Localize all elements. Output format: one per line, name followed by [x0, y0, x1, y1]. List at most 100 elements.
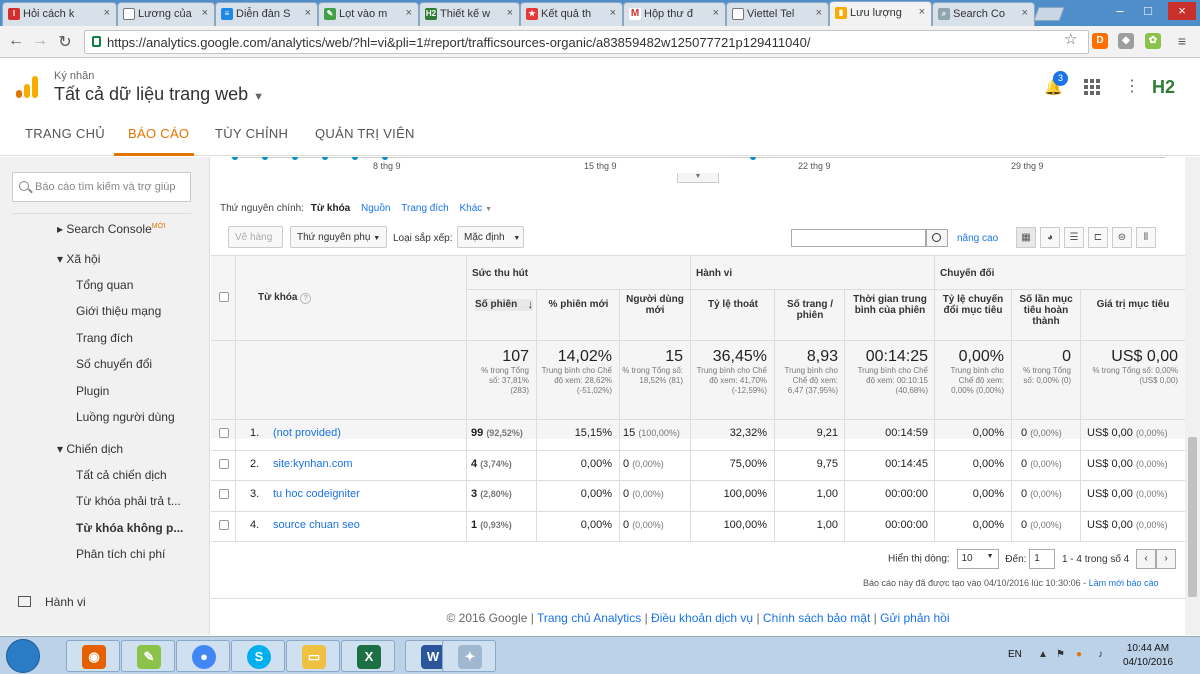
taskbar-skype[interactable]: S — [231, 640, 285, 672]
pivot-view-icon[interactable]: ⦀ — [1136, 227, 1156, 248]
col-header-avg-duration[interactable]: Thời gian trung bình của phiên — [848, 294, 932, 316]
nav-reports[interactable]: BÁO CÁO — [128, 126, 189, 141]
browser-tab[interactable]: Lương của × — [117, 2, 215, 26]
property-selector[interactable]: Tất cả dữ liệu trang web ▼ — [54, 84, 264, 105]
sidebar-item-cost-analysis[interactable]: Phân tích chi phí — [76, 547, 165, 561]
sidebar-item-all-campaigns[interactable]: Tất cả chiến dịch — [76, 468, 167, 482]
col-header-sessions[interactable]: Số phiên ↓ — [475, 299, 533, 311]
tray-app-icon[interactable]: ● — [1076, 649, 1082, 660]
forward-icon[interactable]: → — [30, 32, 50, 50]
pie-view-icon[interactable]: ◕ — [1040, 227, 1060, 248]
apps-grid-icon[interactable] — [1084, 79, 1100, 95]
plot-rows-button[interactable]: Vẽ hàng — [228, 226, 283, 248]
taskbar-excel[interactable]: X — [341, 640, 395, 672]
performance-view-icon[interactable]: ☰ — [1064, 227, 1084, 248]
dimension-landing-page[interactable]: Trang đích — [401, 203, 448, 214]
footer-link-analytics-home[interactable]: Trang chủ Analytics — [537, 611, 641, 625]
keyword-link[interactable]: tu hoc codeigniter — [273, 488, 463, 500]
sort-type-dropdown[interactable]: Mặc định ▼ — [457, 226, 524, 248]
footer-link-terms[interactable]: Điều khoản dịch vụ — [651, 611, 753, 625]
browser-tab[interactable]: M Hộp thư đ × — [623, 2, 726, 26]
minimize-icon[interactable]: – — [1110, 2, 1130, 20]
volume-icon[interactable]: ♪ — [1098, 649, 1103, 660]
footer-link-feedback[interactable]: Gửi phản hồi — [880, 611, 949, 625]
taskbar-chrome[interactable]: ● — [176, 640, 230, 672]
sidebar-item-organic-keywords[interactable]: Từ khóa không p... — [76, 521, 183, 535]
row-checkbox[interactable] — [219, 459, 229, 469]
language-indicator[interactable]: EN — [1008, 649, 1022, 660]
help-icon[interactable]: ? — [300, 293, 312, 304]
extension-icon[interactable]: ✿ — [1145, 33, 1161, 49]
sidebar-item-social-overview[interactable]: Tổng quan — [76, 278, 133, 292]
taskbar-explorer[interactable]: ▭ — [286, 640, 340, 672]
taskbar-firefox[interactable]: ◉ — [66, 640, 120, 672]
sidebar-item-behavior[interactable]: Hành vi — [18, 595, 86, 609]
col-header-goal-value[interactable]: Giá trị mục tiêu — [1084, 299, 1182, 310]
nav-home[interactable]: TRANG CHỦ — [25, 126, 105, 141]
tray-flag-icon[interactable]: ⚑ — [1056, 649, 1065, 660]
refresh-report-link[interactable]: Làm mới báo cáo — [1089, 578, 1159, 588]
browser-tab[interactable]: ⌕ Search Co × — [932, 2, 1035, 26]
more-vert-icon[interactable]: ⋮ — [1124, 76, 1140, 96]
col-header-goal-conversion[interactable]: Tỷ lệ chuyển đổi mục tiêu — [938, 294, 1008, 316]
taskbar-paint[interactable]: ✦ — [442, 640, 496, 672]
close-window-icon[interactable]: × — [1168, 2, 1196, 20]
nav-admin[interactable]: QUẢN TRỊ VIÊN — [315, 126, 415, 141]
sidebar-item-conversions[interactable]: Số chuyển đổi — [76, 357, 152, 371]
row-checkbox[interactable] — [219, 520, 229, 530]
chrome-menu-icon[interactable]: ≡ — [1174, 33, 1190, 49]
secondary-dimension-dropdown[interactable]: Thứ nguyên phụ ▼ — [290, 226, 387, 248]
browser-tab[interactable]: I Hỏi cách k × — [2, 2, 117, 26]
close-icon[interactable]: × — [202, 7, 208, 19]
sidebar-item-user-flow[interactable]: Luồng người dùng — [76, 410, 175, 424]
browser-tab[interactable]: Viettel Tel × — [726, 2, 829, 26]
scrollbar[interactable] — [1185, 157, 1200, 635]
sidebar-item-search-console[interactable]: ▸ Search ConsoleMỚI — [57, 222, 166, 236]
new-tab-button[interactable] — [1033, 7, 1065, 21]
close-icon[interactable]: × — [406, 7, 412, 19]
table-filter-input[interactable] — [791, 229, 926, 247]
browser-tab-active[interactable]: ▮ Lưu lượng × — [829, 1, 932, 26]
bookmark-star-icon[interactable]: ☆ — [1064, 30, 1077, 48]
dimension-other[interactable]: Khác ▼ — [459, 203, 492, 214]
url-input[interactable]: https://analytics.google.com/analytics/w… — [84, 30, 1089, 54]
dimension-source[interactable]: Nguồn — [361, 203, 390, 214]
nav-customize[interactable]: TÙY CHỈNH — [215, 126, 288, 141]
goto-page-input[interactable]: 1 — [1029, 549, 1056, 569]
extension-icon[interactable]: D — [1092, 33, 1108, 49]
rows-per-page-select[interactable]: 10 ▼ — [956, 549, 999, 569]
report-search-input[interactable]: Báo cáo tìm kiếm và trợ giúp — [12, 172, 191, 202]
close-icon[interactable]: × — [713, 7, 719, 19]
keyword-column-header[interactable]: Từ khóa ? — [258, 292, 312, 304]
row-checkbox[interactable] — [219, 428, 229, 438]
table-view-icon[interactable]: ▦ — [1016, 227, 1036, 248]
profile-avatar[interactable]: H2 — [1152, 77, 1175, 98]
start-button[interactable] — [6, 639, 40, 673]
sidebar-item-plugin[interactable]: Plugin — [76, 384, 109, 398]
close-icon[interactable]: × — [816, 7, 822, 19]
col-header-new-users[interactable]: Người dùng mới — [623, 294, 687, 316]
sidebar-item-paid-keywords[interactable]: Từ khóa phải trả t... — [76, 494, 181, 508]
close-icon[interactable]: × — [104, 7, 110, 19]
reload-icon[interactable]: ↻ — [55, 32, 75, 52]
close-icon[interactable]: × — [305, 7, 311, 19]
footer-link-privacy[interactable]: Chính sách bảo mật — [763, 611, 870, 625]
close-icon[interactable]: × — [507, 7, 513, 19]
keyword-link[interactable]: source chuan seo — [273, 519, 463, 531]
taskbar-notepad[interactable]: ✎ — [121, 640, 175, 672]
row-checkbox[interactable] — [219, 489, 229, 499]
chart-collapse-handle[interactable]: ▼ — [677, 173, 719, 183]
keyword-link[interactable]: site:kynhan.com — [273, 458, 463, 470]
browser-tab[interactable]: ★ Kết quả th × — [520, 2, 623, 26]
dimension-keyword[interactable]: Từ khóa — [311, 203, 350, 214]
system-clock[interactable]: 10:44 AM 04/10/2016 — [1118, 642, 1178, 670]
select-all-checkbox[interactable] — [219, 292, 229, 302]
keyword-link[interactable]: (not provided) — [273, 427, 463, 439]
sidebar-item-social-network[interactable]: Giới thiệu mạng — [76, 304, 161, 318]
back-icon[interactable]: ← — [6, 32, 26, 50]
browser-tab[interactable]: H2 Thiết kế w × — [419, 2, 520, 26]
prev-page-button[interactable]: ‹ — [1136, 549, 1157, 569]
sidebar-item-landing-page[interactable]: Trang đích — [76, 331, 133, 345]
sidebar-item-campaigns[interactable]: ▾ Chiến dịch — [57, 442, 123, 456]
extension-icon[interactable]: ◆ — [1118, 33, 1134, 49]
